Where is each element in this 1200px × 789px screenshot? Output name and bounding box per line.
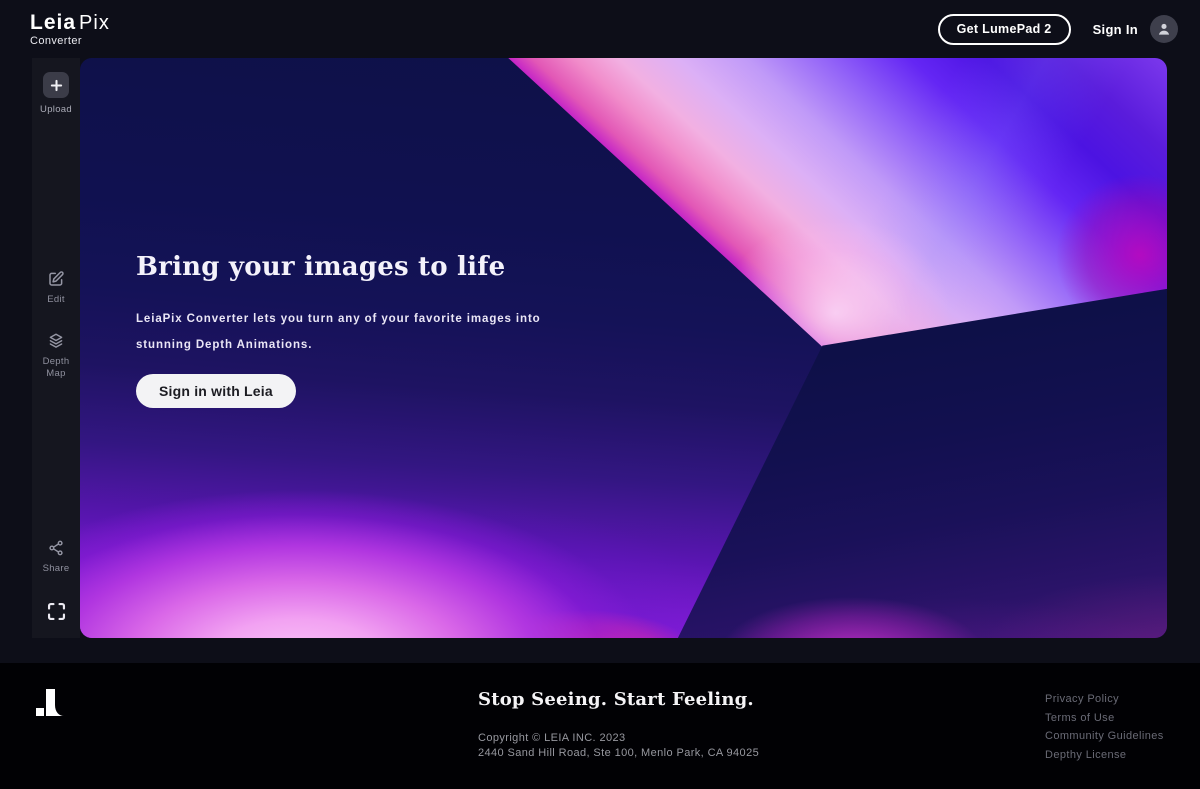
footer-link-terms-of-use[interactable]: Terms of Use: [1045, 709, 1164, 728]
hero-image: Bring your images to life LeiaPix Conver…: [80, 58, 1167, 638]
sidebar-group-bottom: Share: [32, 539, 80, 622]
sidebar-item-label: Upload: [34, 104, 78, 116]
logo-brand-light: Pix: [79, 13, 110, 33]
sidebar: Upload Edit: [32, 58, 80, 638]
sign-in-with-leia-button[interactable]: Sign in with Leia: [136, 374, 296, 408]
logo-brand-bold: Leia: [30, 12, 76, 33]
logo-wordmark: Leia Pix: [30, 12, 110, 33]
footer-center: Stop Seeing. Start Feeling. Copyright © …: [478, 689, 759, 761]
plus-icon: [43, 72, 69, 98]
logo-subtitle: Converter: [30, 36, 110, 47]
footer-link-privacy-policy[interactable]: Privacy Policy: [1045, 690, 1164, 709]
sidebar-item-depth-map[interactable]: Depth Map: [34, 332, 78, 380]
top-bar: Leia Pix Converter Get LumePad 2 Sign In: [0, 0, 1200, 58]
hero-copy: Bring your images to life LeiaPix Conver…: [136, 250, 596, 408]
page: Leia Pix Converter Get LumePad 2 Sign In: [0, 0, 1200, 789]
footer-tagline: Stop Seeing. Start Feeling.: [478, 689, 759, 711]
sidebar-item-share[interactable]: Share: [34, 539, 78, 575]
footer: Stop Seeing. Start Feeling. Copyright © …: [0, 663, 1200, 789]
sidebar-item-label: Edit: [34, 294, 78, 306]
sign-in-link[interactable]: Sign In: [1093, 22, 1138, 37]
fullscreen-corners-icon: [46, 601, 67, 622]
footer-link-community-guidelines[interactable]: Community Guidelines: [1045, 727, 1164, 746]
leia-logo[interactable]: [34, 687, 68, 719]
header-actions: Get LumePad 2 Sign In: [938, 14, 1178, 45]
leiapix-logo[interactable]: Leia Pix Converter: [30, 12, 110, 47]
footer-link-depthy-license[interactable]: Depthy License: [1045, 746, 1164, 765]
main-area: Upload Edit: [0, 58, 1200, 638]
share-nodes-icon: [47, 539, 65, 557]
pencil-square-icon: [47, 270, 65, 288]
sidebar-group-middle: Edit Depth Map: [32, 270, 80, 380]
leia-logomark-icon: [34, 687, 68, 719]
avatar[interactable]: [1150, 15, 1178, 43]
sidebar-item-label: Depth Map: [34, 356, 78, 380]
sidebar-item-edit[interactable]: Edit: [34, 270, 78, 306]
sidebar-item-upload[interactable]: Upload: [34, 72, 78, 116]
get-lumepad-button[interactable]: Get LumePad 2: [938, 14, 1071, 45]
footer-copyright: Copyright © LEIA INC. 2023: [478, 731, 759, 746]
sidebar-item-label: Share: [34, 563, 78, 575]
hero-description: LeiaPix Converter lets you turn any of y…: [136, 306, 552, 358]
layers-icon: [47, 332, 65, 350]
hero-title: Bring your images to life: [136, 250, 596, 284]
sidebar-group-top: Upload: [32, 72, 80, 116]
footer-address: 2440 Sand Hill Road, Ste 100, Menlo Park…: [478, 746, 759, 761]
fullscreen-button[interactable]: [46, 601, 67, 622]
person-icon: [1155, 20, 1173, 38]
footer-links: Privacy Policy Terms of Use Community Gu…: [1045, 690, 1164, 764]
